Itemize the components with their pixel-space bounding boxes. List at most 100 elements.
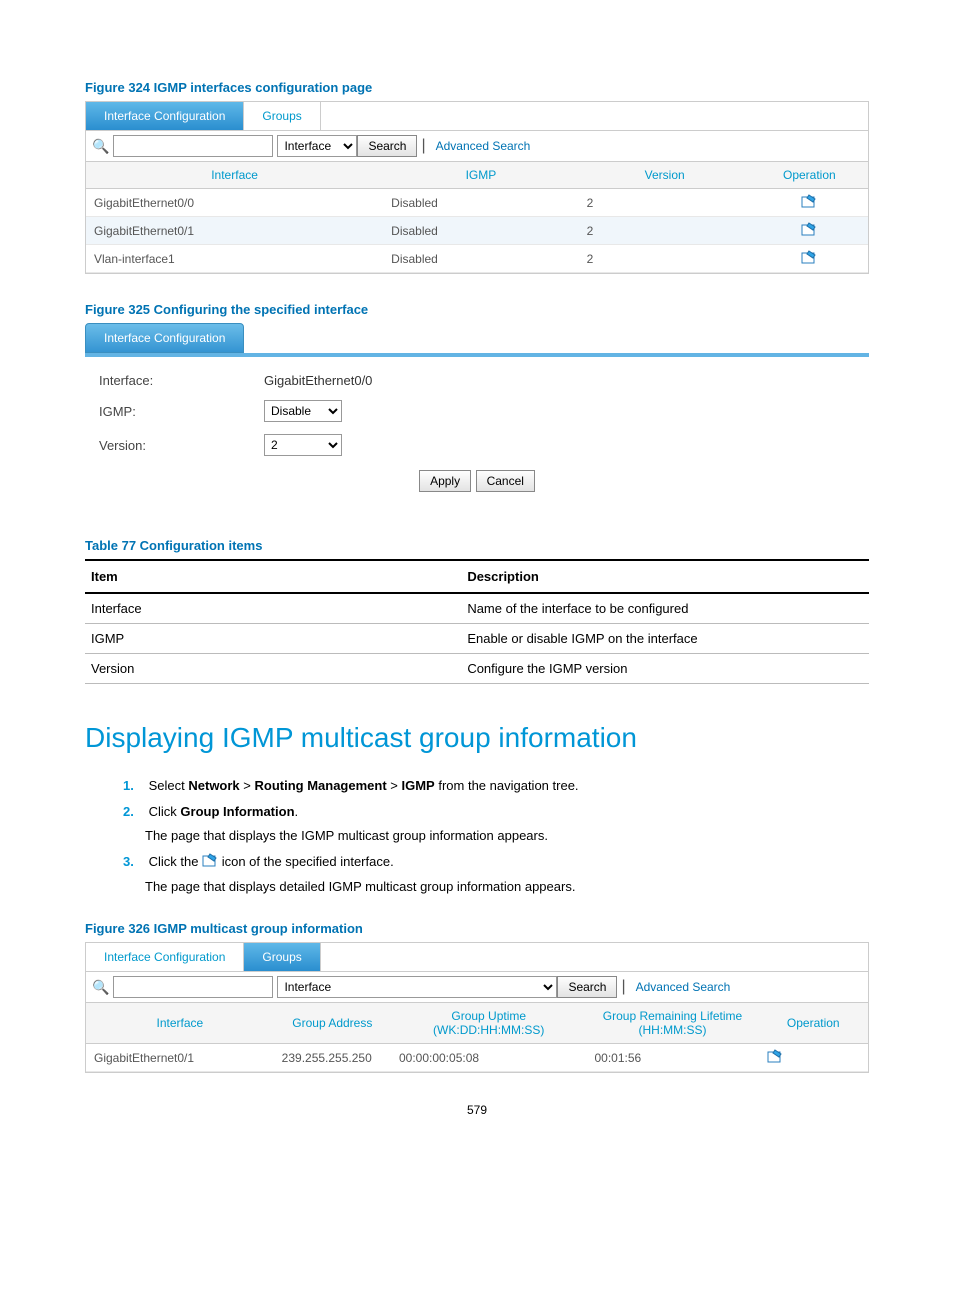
cell-igmp: Disabled (383, 189, 579, 217)
col-interface: Interface (86, 1003, 274, 1044)
nav-path: Network (188, 778, 239, 793)
cell-igmp: Disabled (383, 217, 579, 245)
text: . (295, 804, 299, 819)
searchbar: 🔍 Interface Search | Advanced Search (86, 972, 868, 1003)
col-version: Version (579, 162, 751, 189)
cell-lifetime: 00:01:56 (586, 1044, 758, 1072)
bold: Group Information (180, 804, 294, 819)
tab-groups[interactable]: Groups (244, 943, 320, 971)
col-igmp: IGMP (383, 162, 579, 189)
step-num: 1. (123, 776, 145, 796)
page-number: 579 (85, 1103, 869, 1117)
fig324-panel: Interface Configuration Groups 🔍 Interfa… (85, 101, 869, 274)
cell-addr: 239.255.255.250 (274, 1044, 391, 1072)
tabs: Interface Configuration Groups (86, 943, 868, 972)
fig326-caption: Figure 326 IGMP multicast group informat… (85, 921, 869, 936)
col-item: Item (85, 560, 461, 593)
tab-interface-configuration[interactable]: Interface Configuration (86, 102, 244, 130)
fig325-caption: Figure 325 Configuring the specified int… (85, 302, 869, 317)
interface-value: GigabitEthernet0/0 (264, 373, 372, 388)
table77-caption: Table 77 Configuration items (85, 538, 869, 553)
cell-interface: GigabitEthernet0/0 (86, 189, 383, 217)
cell-version: 2 (579, 245, 751, 273)
tabs: Interface Configuration Groups (86, 102, 868, 131)
cell-igmp: Disabled (383, 245, 579, 273)
tab-interface-configuration[interactable]: Interface Configuration (86, 943, 244, 971)
step-num: 3. (123, 852, 145, 872)
row-igmp: IGMP: Disable (85, 394, 869, 428)
cell-interface: Vlan-interface1 (86, 245, 383, 273)
col-operation: Operation (751, 162, 868, 189)
step-3: 3. Click the icon of the specified inter… (123, 852, 869, 897)
search-icon: 🔍 (92, 979, 109, 996)
search-field-select[interactable]: Interface (277, 135, 357, 157)
row-interface: Interface: GigabitEthernet0/0 (85, 367, 869, 394)
cell-operation (751, 217, 868, 245)
table-row: GigabitEthernet0/1 239.255.255.250 00:00… (86, 1044, 868, 1072)
col-group-address: Group Address (274, 1003, 391, 1044)
search-button[interactable]: Search (557, 976, 617, 998)
edit-icon[interactable] (767, 1049, 783, 1063)
version-select[interactable]: 2 (264, 434, 342, 456)
table-row: Vlan-interface1 Disabled 2 (86, 245, 868, 273)
search-input[interactable] (113, 135, 273, 157)
apply-button[interactable]: Apply (419, 470, 471, 492)
table-row: Interface Name of the interface to be co… (85, 593, 869, 624)
cancel-button[interactable]: Cancel (476, 470, 535, 492)
step-1: 1. Select Network > Routing Management >… (123, 776, 869, 796)
interface-label: Interface: (99, 373, 264, 388)
igmp-label: IGMP: (99, 404, 264, 419)
col-group-uptime: Group Uptime (WK:DD:HH:MM:SS) (391, 1003, 587, 1044)
step-2: 2. Click Group Information. The page tha… (123, 802, 869, 846)
config-items-table: Item Description Interface Name of the i… (85, 559, 869, 684)
cell-version: 2 (579, 217, 751, 245)
text: icon of the specified interface. (218, 854, 394, 869)
tab-interface-configuration[interactable]: Interface Configuration (85, 323, 244, 353)
search-field-select[interactable]: Interface (277, 976, 557, 998)
tab-groups[interactable]: Groups (244, 102, 320, 130)
cell-item: Version (85, 654, 461, 684)
table-row: GigabitEthernet0/1 Disabled 2 (86, 217, 868, 245)
cell-interface: GigabitEthernet0/1 (86, 217, 383, 245)
col-description: Description (461, 560, 869, 593)
cell-operation (751, 189, 868, 217)
cell-operation (751, 245, 868, 273)
cell-desc: Configure the IGMP version (461, 654, 869, 684)
cell-item: IGMP (85, 624, 461, 654)
nav-path: Routing Management (255, 778, 387, 793)
search-icon: 🔍 (92, 138, 109, 155)
section-heading: Displaying IGMP multicast group informat… (85, 722, 869, 754)
table-row: IGMP Enable or disable IGMP on the inter… (85, 624, 869, 654)
edit-icon[interactable] (801, 222, 817, 236)
cell-version: 2 (579, 189, 751, 217)
search-button[interactable]: Search (357, 135, 417, 157)
advanced-search-link[interactable]: Advanced Search (436, 139, 531, 153)
text: Click (149, 804, 181, 819)
cell-desc: Enable or disable IGMP on the interface (461, 624, 869, 654)
col-operation: Operation (759, 1003, 869, 1044)
cell-uptime: 00:00:00:05:08 (391, 1044, 587, 1072)
step-detail: The page that displays the IGMP multicas… (145, 826, 869, 846)
edit-icon[interactable] (801, 250, 817, 264)
edit-icon[interactable] (801, 194, 817, 208)
cell-item: Interface (85, 593, 461, 624)
advanced-search-link[interactable]: Advanced Search (636, 980, 731, 994)
step-detail: The page that displays detailed IGMP mul… (145, 877, 869, 897)
fig325-panel: Interface Configuration Interface: Gigab… (85, 323, 869, 510)
cell-operation (759, 1044, 869, 1072)
groups-table: Interface Group Address Group Uptime (WK… (86, 1003, 868, 1072)
table-row: GigabitEthernet0/0 Disabled 2 (86, 189, 868, 217)
version-label: Version: (99, 438, 264, 453)
igmp-select[interactable]: Disable (264, 400, 342, 422)
text: Click the (149, 854, 202, 869)
searchbar: 🔍 Interface Search | Advanced Search (86, 131, 868, 162)
search-input[interactable] (113, 976, 273, 998)
col-interface: Interface (86, 162, 383, 189)
row-version: Version: 2 (85, 428, 869, 462)
edit-icon (202, 853, 218, 873)
interfaces-table: Interface IGMP Version Operation Gigabit… (86, 162, 868, 273)
text: Select (149, 778, 189, 793)
fig326-panel: Interface Configuration Groups 🔍 Interfa… (85, 942, 869, 1073)
table-row: Version Configure the IGMP version (85, 654, 869, 684)
nav-path: IGMP (402, 778, 435, 793)
